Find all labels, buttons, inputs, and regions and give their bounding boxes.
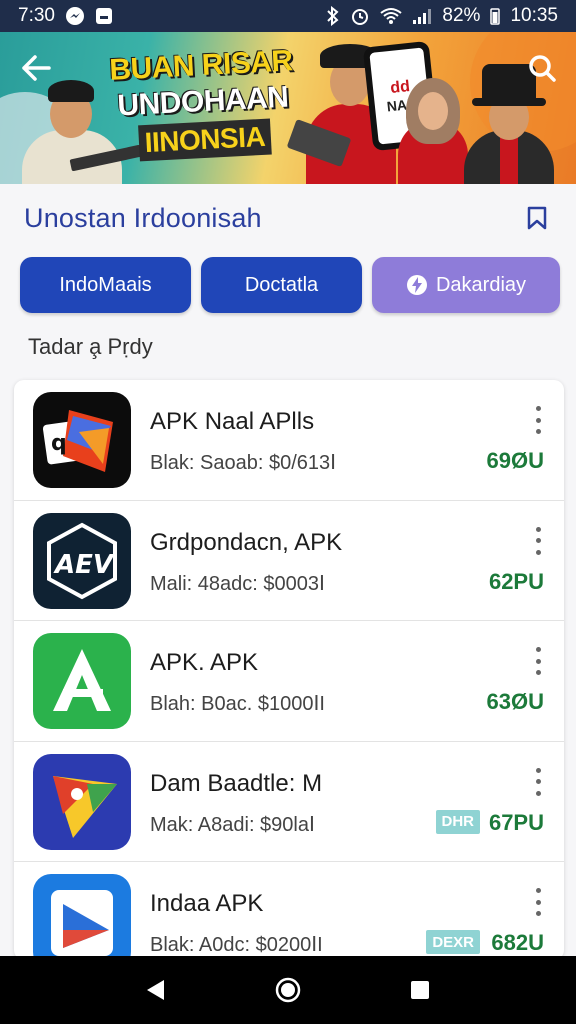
battery-icon bbox=[490, 7, 501, 25]
bookmark-icon bbox=[527, 206, 547, 230]
app-icon-3 bbox=[33, 633, 131, 729]
back-triangle-icon bbox=[147, 980, 164, 1000]
chip-indomaais[interactable]: IndoMaais bbox=[20, 257, 191, 313]
app-name: APK. APK bbox=[150, 649, 259, 676]
banner-title-line3: IINONSIA bbox=[137, 118, 273, 162]
status-time: 7:30 bbox=[18, 5, 55, 26]
more-options-icon[interactable] bbox=[532, 647, 544, 675]
chip-label: IndoMaais bbox=[59, 273, 152, 296]
app-price: 69ØU bbox=[486, 448, 544, 473]
app-tag: DHR bbox=[435, 809, 480, 834]
app-icon-1: q bbox=[33, 392, 131, 488]
app-tag: DEXR bbox=[426, 930, 480, 954]
promo-banner[interactable]: dd NAR BUAN RISAR UNDOHAAN IINONSIA bbox=[0, 32, 576, 184]
banner-title: BUAN RISAR UNDOHAAN IINONSIA bbox=[105, 43, 300, 163]
app-price: 62PU bbox=[488, 568, 544, 594]
wifi-icon bbox=[380, 7, 403, 25]
more-options-icon[interactable] bbox=[532, 888, 544, 916]
back-button[interactable] bbox=[18, 50, 54, 86]
nav-home-button[interactable] bbox=[268, 970, 308, 1010]
app-meta: Blak: Saoab: $0/613Ⅰ bbox=[150, 452, 337, 474]
chip-doctatla[interactable]: Doctatla bbox=[201, 257, 362, 313]
search-icon bbox=[529, 55, 556, 82]
nav-back-button[interactable] bbox=[136, 970, 176, 1010]
messenger-icon bbox=[65, 6, 85, 26]
app-icon-5 bbox=[33, 874, 131, 960]
app-name: Grdpondacn, APK bbox=[150, 528, 343, 556]
section-header: Unostan Irdoonisah bbox=[24, 196, 552, 240]
list-item[interactable]: APK. APK Blah: B0ac. $1000ⅠI 63ØU bbox=[14, 621, 564, 742]
more-options-icon[interactable] bbox=[532, 526, 544, 555]
app-name: APK Naal APlls bbox=[150, 408, 315, 435]
status-bar: 7:30 82% 10:35 bbox=[0, 0, 576, 32]
chip-label: Doctatla bbox=[244, 273, 319, 296]
status-clock: 10:35 bbox=[510, 5, 558, 26]
nav-recents-button[interactable] bbox=[400, 970, 440, 1010]
bluetooth-icon bbox=[326, 6, 340, 26]
category-chips: IndoMaais Doctatla Dakardiay bbox=[20, 257, 560, 313]
list-item[interactable]: Indaa APK Blak: A0dc: $0200ⅠI DEXR 682U bbox=[14, 862, 564, 960]
system-nav-bar bbox=[0, 956, 576, 1024]
recents-square-icon bbox=[411, 981, 429, 999]
app-name: Indaa APK bbox=[150, 890, 264, 917]
app-meta: Blah: B0ac. $1000ⅠI bbox=[150, 693, 325, 715]
signal-icon bbox=[412, 7, 432, 25]
back-arrow-icon bbox=[22, 55, 51, 81]
list-item[interactable]: Dam Baadtle: M Mak: A8adi: $90laⅠ DHR 67… bbox=[14, 742, 564, 862]
list-item[interactable]: q APK Naal APlls Blak: Saoab: $0/613Ⅰ 69… bbox=[14, 380, 564, 501]
more-options-icon[interactable] bbox=[532, 406, 544, 434]
section-title: Unostan Irdoonisah bbox=[24, 202, 262, 233]
app-price: 67PU bbox=[488, 809, 544, 835]
app-price: 63ØU bbox=[486, 689, 544, 714]
app-name: Dam Baadtle: M bbox=[150, 769, 323, 797]
home-circle-icon bbox=[275, 977, 301, 1003]
chip-dakardiay[interactable]: Dakardiay bbox=[372, 257, 560, 313]
app-notification-icon bbox=[95, 7, 113, 25]
chip-label: Dakardiay bbox=[435, 273, 527, 296]
alarm-icon bbox=[350, 6, 370, 26]
app-price: 682U bbox=[491, 930, 544, 955]
list-item[interactable]: AEV Grdpondacn, APK Mali: 48adc: $0003Ⅰ … bbox=[14, 501, 564, 621]
battery-percent: 82% bbox=[442, 5, 481, 26]
app-icon-4 bbox=[33, 753, 131, 850]
app-list: q APK Naal APlls Blak: Saoab: $0/613Ⅰ 69… bbox=[14, 380, 564, 960]
app-icon-2: AEV bbox=[33, 512, 131, 609]
svg-text:q: q bbox=[51, 431, 67, 456]
svg-text:AEV: AEV bbox=[53, 550, 115, 580]
app-meta: Mali: 48adc: $0003Ⅰ bbox=[150, 572, 325, 595]
bookmark-button[interactable] bbox=[522, 203, 552, 233]
more-options-icon[interactable] bbox=[532, 767, 544, 796]
list-subheading: Tadar a̧ Pṛdy bbox=[28, 334, 153, 359]
lightning-icon bbox=[406, 275, 427, 295]
app-meta: Blak: A0dc: $0200ⅠI bbox=[150, 934, 323, 956]
banner-person-hijab bbox=[398, 74, 468, 184]
search-button[interactable] bbox=[524, 50, 560, 86]
app-meta: Mak: A8adi: $90laⅠ bbox=[150, 813, 315, 836]
